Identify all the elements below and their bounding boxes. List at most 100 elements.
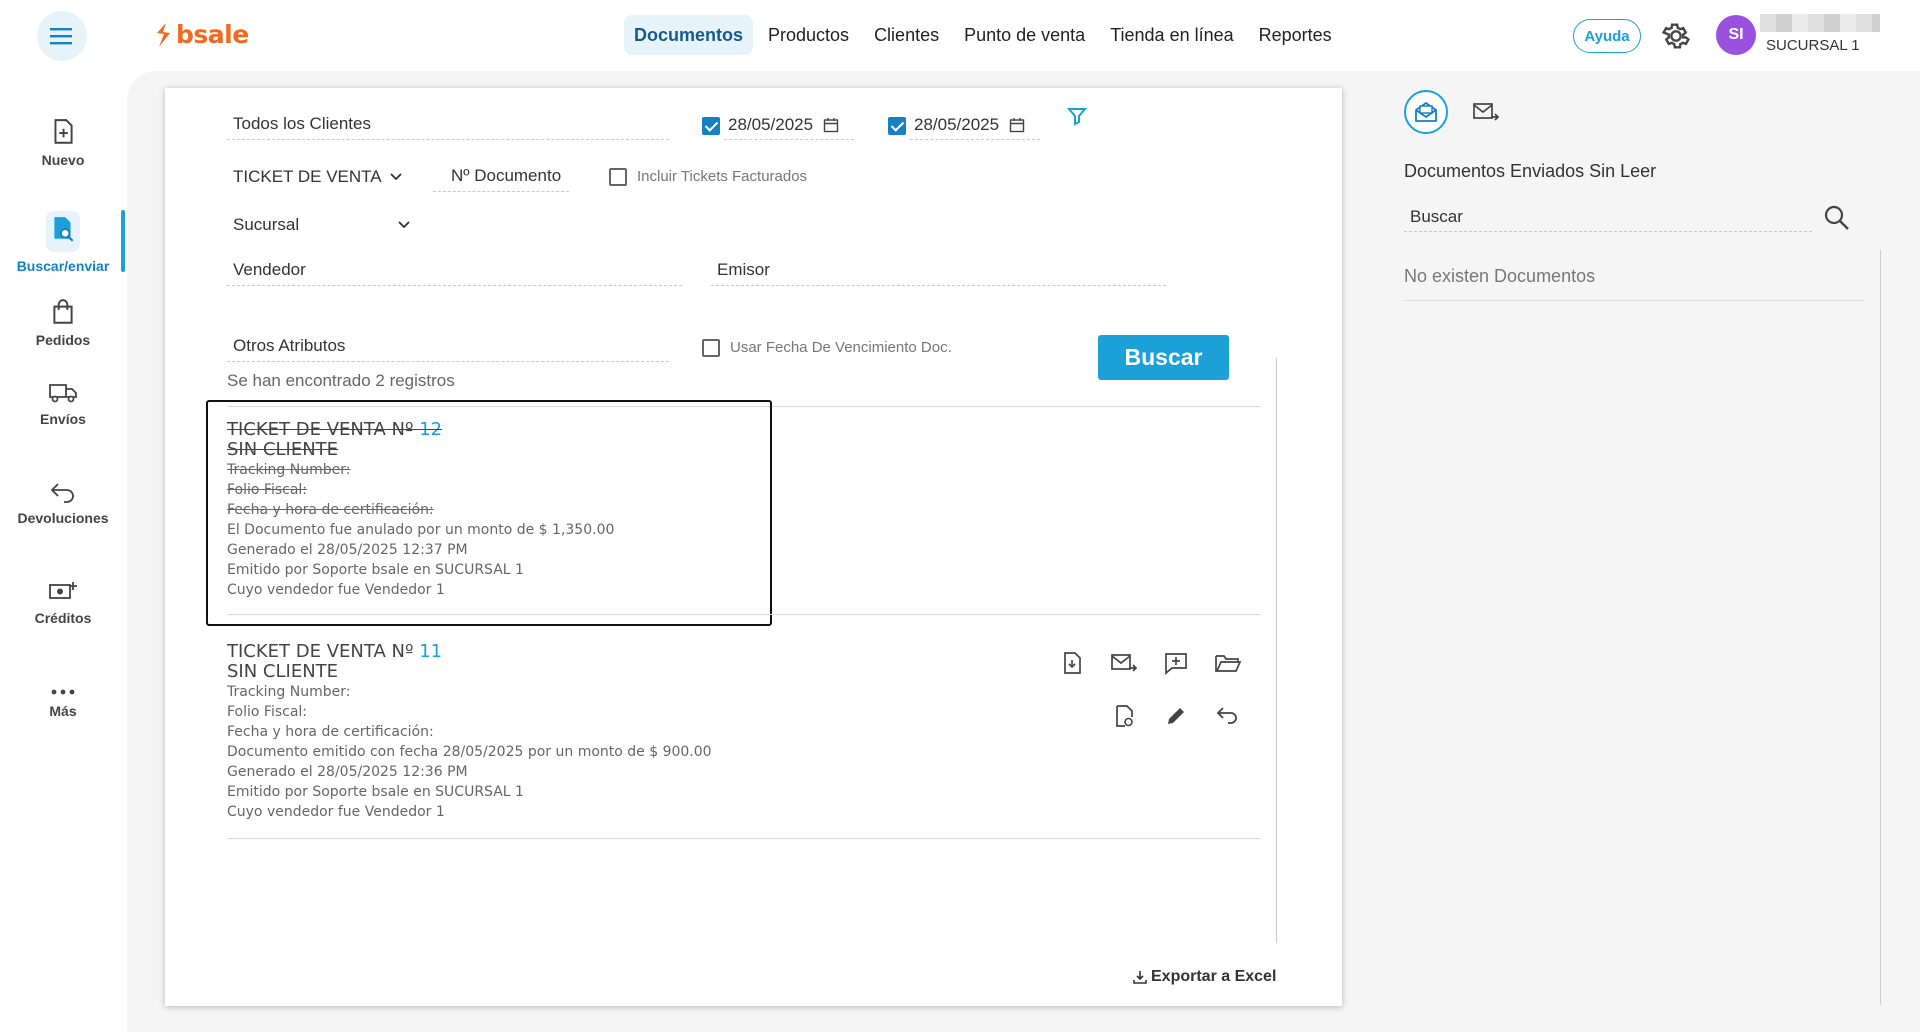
calendar-icon (823, 117, 839, 132)
unread-docs-tab[interactable] (1404, 90, 1448, 134)
gear-icon[interactable] (1660, 20, 1692, 52)
main-nav: Documentos Productos Clientes Punto de v… (624, 15, 1347, 55)
use-due-date-checkbox[interactable] (702, 339, 720, 357)
document-tracking: Tracking Number: (227, 684, 351, 700)
doc-type-value: TICKET DE VENTA (233, 167, 382, 186)
sidebar-icon-box (46, 210, 80, 252)
results-count: Se han encontrado 2 registros (227, 371, 455, 390)
document-number: 11 (419, 641, 443, 662)
sidebar-item-label: Envíos (40, 411, 86, 427)
date-from-field[interactable]: 28/05/2025 (724, 110, 854, 140)
include-invoiced-checkbox[interactable] (609, 168, 627, 186)
sidebar-item-devoluciones[interactable]: Devoluciones (0, 468, 126, 538)
sidebar-item-buscar-enviar[interactable]: Buscar/enviar (0, 207, 126, 277)
sent-docs-tab[interactable] (1470, 96, 1502, 128)
pencil-icon (1168, 708, 1184, 724)
return-button[interactable] (1214, 702, 1242, 730)
user-avatar[interactable]: SI (1716, 15, 1756, 55)
edit-button[interactable] (1162, 702, 1190, 730)
calendar-icon (1009, 117, 1025, 132)
use-due-date-label: Usar Fecha De Vencimiento Doc. (730, 339, 952, 356)
download-icon (1133, 971, 1147, 984)
doc-number-input[interactable]: Nº Documento (433, 162, 569, 192)
document-divider (227, 614, 1261, 615)
document-folio: Folio Fiscal: (227, 704, 308, 720)
left-sidebar: Nuevo Buscar/enviar Pedidos Envíos Devol… (0, 70, 126, 1032)
issuer-input[interactable]: Emisor (711, 256, 1166, 286)
folder-open-icon (1215, 655, 1242, 672)
document-item-11[interactable]: TICKET DE VENTA Nº 11 SIN CLIENTE Tracki… (227, 642, 712, 822)
search-button[interactable]: Buscar (1098, 335, 1229, 380)
include-invoiced-label: Incluir Tickets Facturados (637, 168, 808, 185)
document-client: SIN CLIENTE (227, 661, 339, 682)
open-folder-button[interactable] (1214, 649, 1242, 677)
sidebar-item-envios[interactable]: Envíos (0, 368, 126, 438)
nav-punto-de-venta[interactable]: Punto de venta (954, 15, 1095, 55)
date-to-checkbox[interactable] (888, 117, 906, 135)
branch-select-value: Sucursal (233, 215, 300, 234)
document-download-icon (1064, 652, 1081, 674)
nav-reportes[interactable]: Reportes (1249, 15, 1342, 55)
return-icon (50, 483, 74, 503)
money-plus-icon (49, 582, 77, 599)
help-button[interactable]: Ayuda (1573, 19, 1641, 53)
return-icon (1216, 707, 1237, 724)
other-attributes-input[interactable]: Otros Atributos (227, 332, 669, 362)
comment-plus-icon (1165, 653, 1187, 675)
date-to-value: 28/05/2025 (914, 114, 1000, 134)
unread-docs-title: Documentos Enviados Sin Leer (1404, 161, 1657, 181)
document-link-button[interactable] (1110, 702, 1138, 730)
document-link-icon (1116, 705, 1133, 727)
sidebar-item-label: Buscar/enviar (16, 257, 110, 274)
branch-select[interactable]: Sucursal (227, 210, 412, 240)
client-select[interactable]: Todos los Clientes (227, 110, 669, 140)
date-to-field[interactable]: 28/05/2025 (910, 110, 1040, 140)
hamburger-icon (50, 28, 72, 45)
sidebar-item-creditos[interactable]: Créditos (0, 568, 126, 638)
document-emitted: Emitido por Soporte bsale en SUCURSAL 1 (227, 784, 524, 800)
sidebar-item-pedidos[interactable]: Pedidos (0, 288, 126, 358)
hamburger-menu-button[interactable] (37, 11, 87, 61)
nav-tienda-en-linea[interactable]: Tienda en línea (1100, 15, 1243, 55)
date-from-checkbox[interactable] (702, 117, 720, 135)
truck-icon (49, 384, 77, 403)
seller-input[interactable]: Vendedor (227, 256, 682, 286)
doc-type-select[interactable]: TICKET DE VENTA (227, 162, 407, 192)
document-title: TICKET DE VENTA Nº 11 (227, 641, 443, 662)
document-seller: Cuyo vendedor fue Vendedor 1 (227, 804, 445, 820)
export-excel-label: Exportar a Excel (1151, 968, 1277, 985)
sidebar-item-label: Más (49, 703, 77, 719)
sidebar-item-mas[interactable]: Más (0, 668, 126, 738)
right-panel-divider (1404, 300, 1864, 301)
document-certification: Fecha y hora de certificación: (227, 724, 434, 740)
empty-documents-text: No existen Documentos (1404, 266, 1596, 286)
right-panel-search-input[interactable]: Buscar (1404, 202, 1812, 232)
sidebar-item-label: Pedidos (35, 332, 91, 348)
document-status: Documento emitido con fecha 28/05/2025 p… (227, 744, 712, 760)
date-from-value: 28/05/2025 (728, 114, 814, 134)
chevron-down-icon (389, 173, 402, 181)
mail-send-icon (1473, 103, 1500, 121)
bsale-logo[interactable]: bsale (154, 20, 249, 49)
sidebar-active-indicator (121, 210, 125, 272)
sidebar-item-nuevo[interactable]: Nuevo (0, 108, 126, 178)
document-generated: Generado el 28/05/2025 12:36 PM (227, 764, 468, 780)
filter-icon[interactable] (1067, 106, 1087, 126)
nav-productos[interactable]: Productos (758, 15, 859, 55)
search-icon[interactable] (1822, 203, 1852, 233)
send-email-button[interactable] (1110, 649, 1138, 677)
nav-clientes[interactable]: Clientes (864, 15, 949, 55)
sidebar-item-label: Devoluciones (17, 510, 109, 526)
document-divider (227, 838, 1261, 839)
results-scroll-line (1276, 358, 1277, 943)
chevron-down-icon (398, 221, 410, 229)
view-pdf-button[interactable] (1058, 649, 1086, 677)
right-panel-scroll-line (1880, 250, 1881, 1005)
sidebar-item-label: Nuevo (41, 152, 85, 168)
search-document-icon (54, 216, 74, 242)
nav-documentos[interactable]: Documentos (624, 15, 754, 55)
top-bar: bsale Documentos Productos Clientes Punt… (0, 0, 1920, 70)
shopping-bag-icon (53, 299, 73, 324)
add-comment-button[interactable] (1162, 649, 1190, 677)
export-excel-button[interactable]: Exportar a Excel (1133, 968, 1276, 986)
